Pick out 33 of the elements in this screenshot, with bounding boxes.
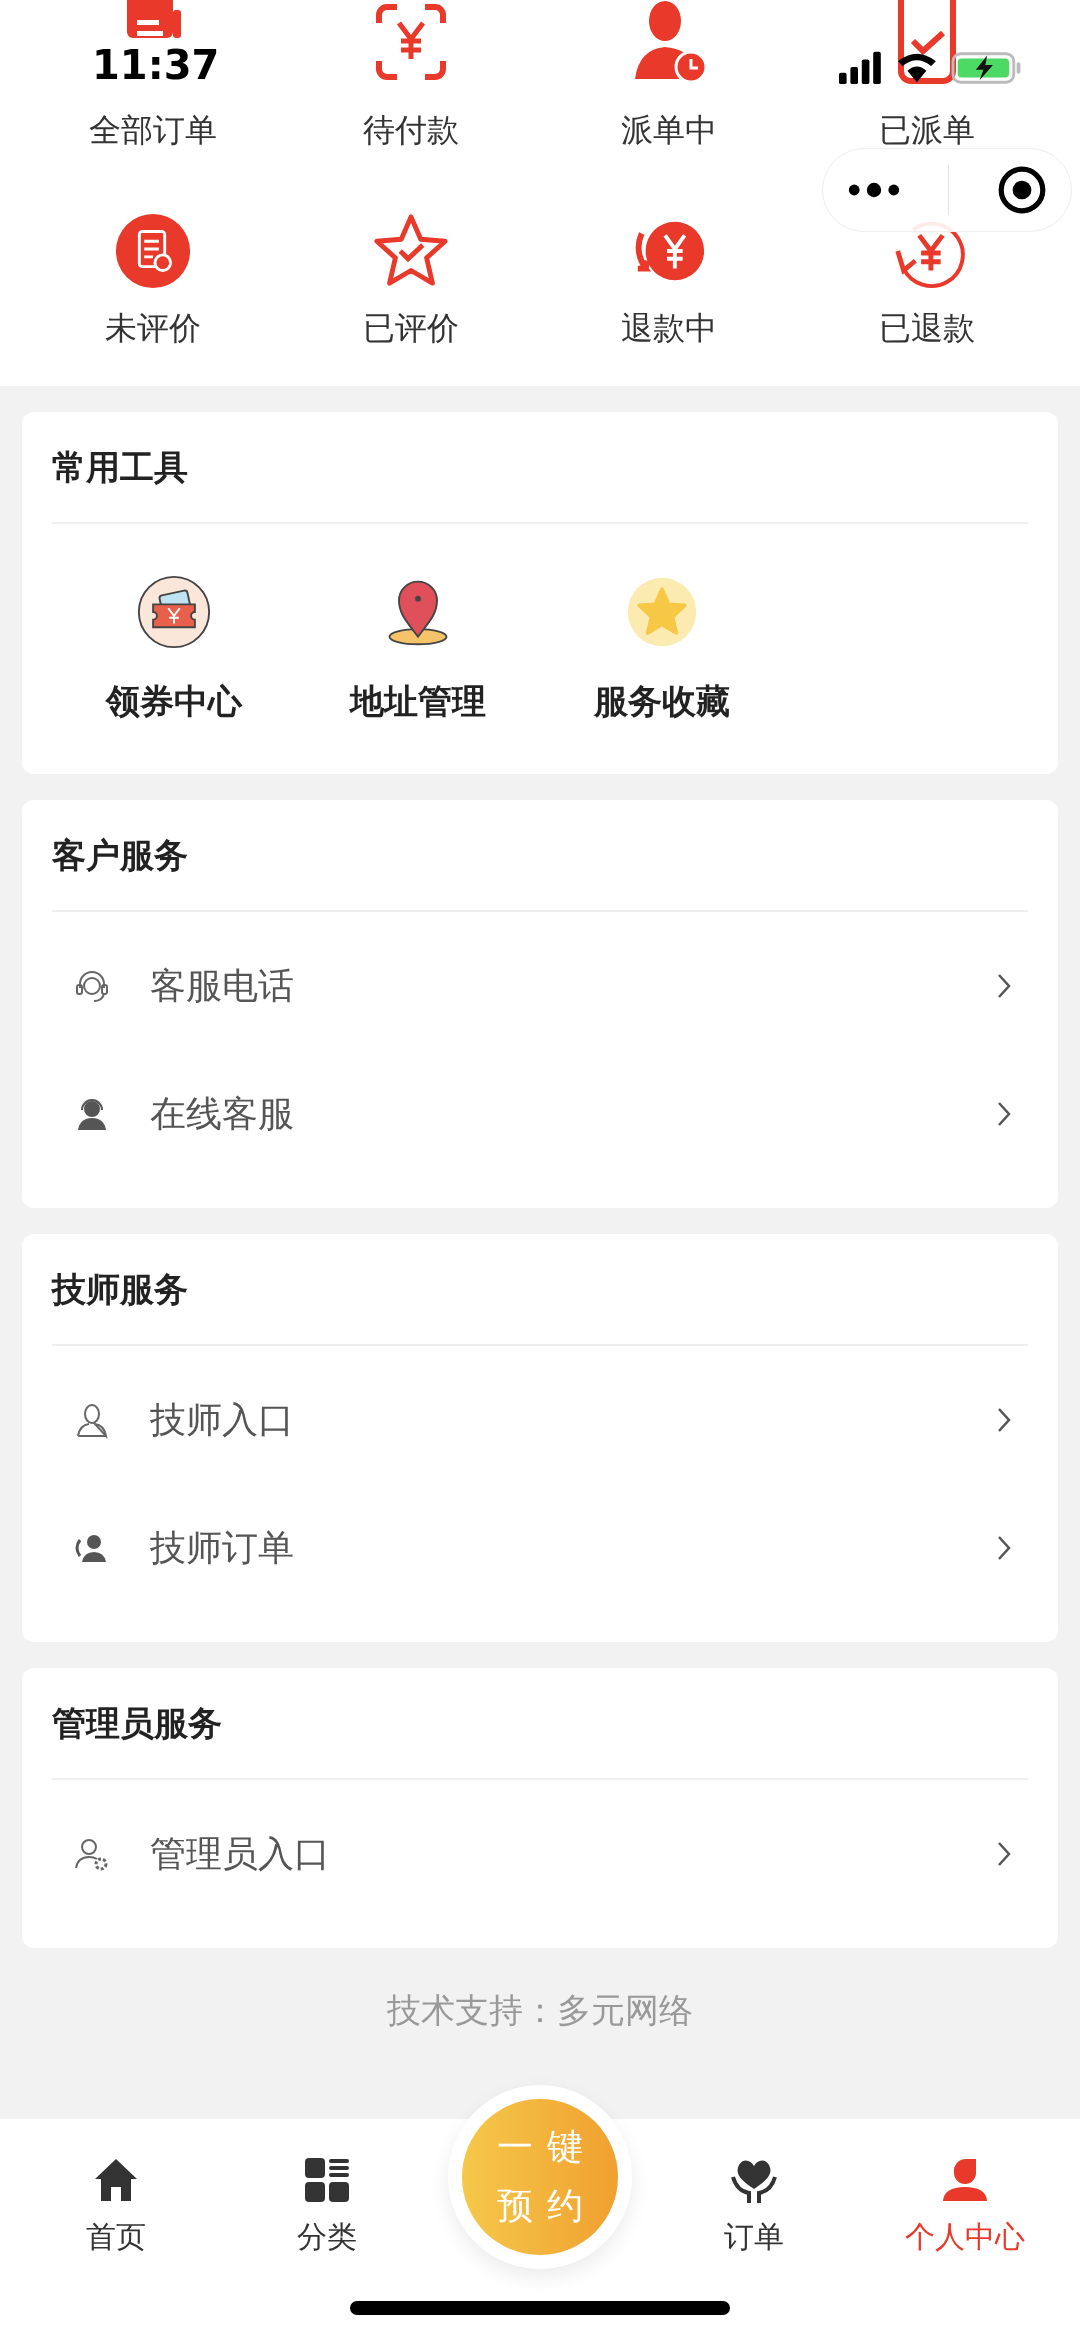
footer-credit: 技术支持：多元网络 <box>386 1989 694 2032</box>
shortcut-label[interactable]: 已评价 <box>363 306 459 350</box>
tool-label[interactable]: 地址管理 <box>350 678 486 724</box>
shortcut-label[interactable]: 待付款 <box>363 108 459 152</box>
document-clock-icon[interactable] <box>114 212 192 290</box>
menu-row[interactable]: 技师入口 <box>52 1356 1028 1484</box>
section-title: 管理员服务 <box>52 1702 223 1745</box>
shortcut-label[interactable]: 退款中 <box>621 306 717 350</box>
coupon-icon[interactable] <box>136 574 212 650</box>
section-title: 技师服务 <box>52 1268 189 1311</box>
menu-label[interactable]: 技师订单 <box>150 1523 994 1573</box>
status-time: 11:37 <box>92 41 220 90</box>
tab-item[interactable]: 订单 <box>648 2119 859 2337</box>
tab-item[interactable]: 首页 <box>10 2119 221 2337</box>
menu-label[interactable]: 技师入口 <box>150 1395 994 1445</box>
tool-label[interactable]: 领券中心 <box>106 678 242 724</box>
menu-label[interactable]: 客服电话 <box>150 961 994 1011</box>
section-title: 常用工具 <box>52 446 189 489</box>
tab-item[interactable]: 个人中心 <box>859 2119 1070 2337</box>
shortcut-label[interactable]: 已退款 <box>879 306 975 350</box>
menu-row[interactable]: 技师订单 <box>52 1484 1028 1612</box>
shortcut-label[interactable]: 派单中 <box>621 108 717 152</box>
menu-row[interactable]: 在线客服 <box>52 1050 1028 1178</box>
tab-item[interactable]: 分类 <box>221 2119 432 2337</box>
shortcut-label[interactable]: 全部订单 <box>89 108 217 152</box>
menu-row[interactable]: 管理员入口 <box>52 1790 1028 1918</box>
menu-row[interactable]: 客服电话 <box>52 922 1028 1050</box>
menu-label[interactable]: 在线客服 <box>150 1089 994 1139</box>
menu-label[interactable]: 管理员入口 <box>150 1829 994 1879</box>
shortcut-label[interactable]: 已派单 <box>879 108 975 152</box>
section-title: 客户服务 <box>52 834 189 877</box>
shortcut-label[interactable]: 未评价 <box>105 306 201 350</box>
tool-label[interactable]: 服务收藏 <box>594 678 730 724</box>
